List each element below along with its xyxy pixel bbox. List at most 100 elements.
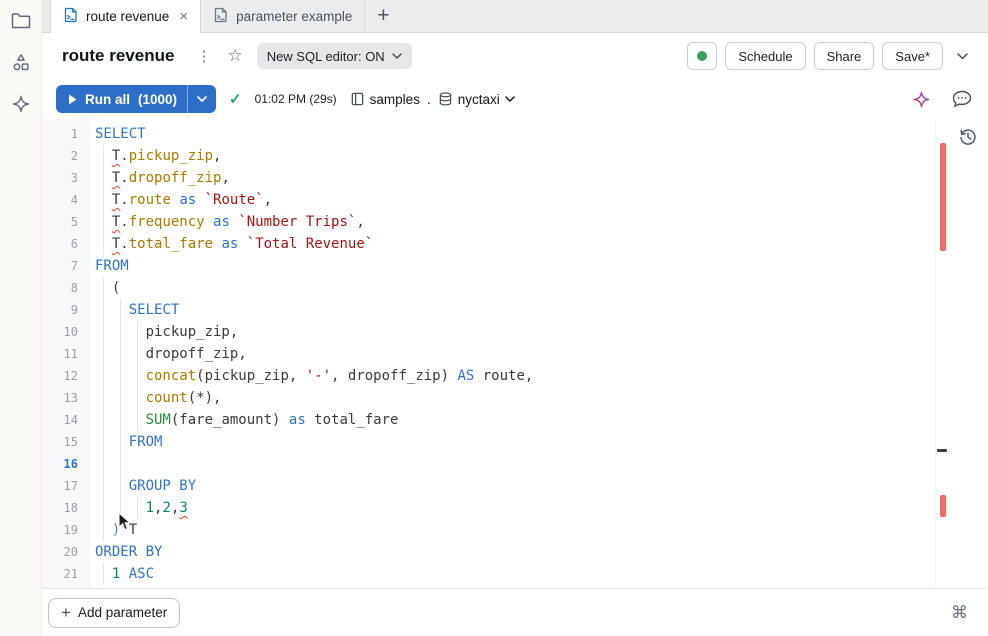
code-line[interactable]: T.route as `Route`,: [90, 189, 988, 211]
run-options-chevron[interactable]: [187, 85, 216, 113]
code-line-row[interactable]: 6 T.total_fare as `Total Revenue`: [42, 233, 988, 255]
indent-guide: [137, 409, 138, 431]
code-line-row[interactable]: 10 pickup_zip,: [42, 321, 988, 343]
sql-file-icon: [213, 7, 228, 26]
code-line-row[interactable]: 9 SELECT: [42, 299, 988, 321]
chevron-down-icon: [505, 96, 515, 102]
chevron-down-icon: [957, 53, 968, 60]
indent-guide: [120, 431, 121, 453]
line-number: 4: [42, 189, 90, 211]
run-all-button[interactable]: Run all (1000): [56, 85, 216, 113]
code-line[interactable]: GROUP BY: [90, 475, 988, 497]
code-line-row[interactable]: 17 GROUP BY: [42, 475, 988, 497]
indent-guide: [120, 497, 121, 519]
line-number: 1: [42, 123, 90, 145]
code-line[interactable]: [90, 453, 988, 475]
ruler-cursor-mark: [937, 449, 947, 452]
code-line-row[interactable]: 2 T.pickup_zip,: [42, 145, 988, 167]
indent-guide: [120, 343, 121, 365]
code-line-row[interactable]: 19 ) T: [42, 519, 988, 541]
line-number: 15: [42, 431, 90, 453]
add-parameter-button[interactable]: + Add parameter: [48, 598, 180, 628]
code-line[interactable]: concat(pickup_zip, '-', dropoff_zip) AS …: [90, 365, 988, 387]
code-line[interactable]: 1 ASC: [90, 563, 988, 585]
code-line-row[interactable]: 11 dropoff_zip,: [42, 343, 988, 365]
code-line-row[interactable]: 15 FROM: [42, 431, 988, 453]
indent-guide: [103, 277, 104, 299]
code-line-row[interactable]: 12 concat(pickup_zip, '-', dropoff_zip) …: [42, 365, 988, 387]
last-run-timestamp: 01:02 PM (29s): [255, 92, 337, 106]
code-line-row[interactable]: 3 T.dropoff_zip,: [42, 167, 988, 189]
assistant-sparkle-icon[interactable]: [10, 93, 32, 115]
indent-guide: [103, 387, 104, 409]
save-button[interactable]: Save*: [882, 42, 943, 70]
tab-label: parameter example: [236, 9, 352, 24]
schema-name: nyctaxi: [458, 92, 500, 107]
code-line[interactable]: dropoff_zip,: [90, 343, 988, 365]
code-line[interactable]: ORDER BY: [90, 541, 988, 563]
line-number: 3: [42, 167, 90, 189]
overview-ruler-divider: [935, 119, 936, 588]
code-line[interactable]: T.total_fare as `Total Revenue`: [90, 233, 988, 255]
code-line[interactable]: SUM(fare_amount) as total_fare: [90, 409, 988, 431]
catalog-schema-selector[interactable]: samples . nyctaxi: [350, 91, 515, 107]
code-line-row[interactable]: 13 count(*),: [42, 387, 988, 409]
catalog-icon: [350, 91, 365, 107]
code-line[interactable]: T.dropoff_zip,: [90, 167, 988, 189]
code-line[interactable]: ) T: [90, 519, 988, 541]
workspace-objects-icon[interactable]: [10, 51, 32, 73]
ruler-error-mark: [940, 143, 946, 251]
code-line[interactable]: count(*),: [90, 387, 988, 409]
connection-status-button[interactable]: [687, 42, 717, 70]
code-line-row[interactable]: 21 1 ASC: [42, 563, 988, 585]
comments-icon[interactable]: [952, 90, 972, 108]
tab-parameter-example[interactable]: parameter example: [201, 0, 365, 32]
code-line-row[interactable]: 16: [42, 453, 988, 475]
code-line-row[interactable]: 20ORDER BY: [42, 541, 988, 563]
run-all-main[interactable]: Run all (1000): [56, 85, 187, 113]
code-line[interactable]: T.pickup_zip,: [90, 145, 988, 167]
indent-guide: [120, 475, 121, 497]
code-line[interactable]: T.frequency as `Number Trips`,: [90, 211, 988, 233]
code-line[interactable]: SELECT: [90, 299, 988, 321]
chevron-down-icon: [197, 96, 207, 102]
code-line-row[interactable]: 14 SUM(fare_amount) as total_fare: [42, 409, 988, 431]
indent-guide: [103, 475, 104, 497]
code-line-row[interactable]: 7FROM: [42, 255, 988, 277]
code-line-row[interactable]: 4 T.route as `Route`,: [42, 189, 988, 211]
code-line[interactable]: 1,2,3: [90, 497, 988, 519]
run-success-check-icon: ✓: [229, 90, 242, 108]
new-tab-button[interactable]: +: [365, 0, 401, 32]
code-line[interactable]: FROM: [90, 431, 988, 453]
play-icon: [68, 94, 77, 105]
close-tab-icon[interactable]: ×: [179, 9, 188, 24]
code-line[interactable]: pickup_zip,: [90, 321, 988, 343]
share-button[interactable]: Share: [814, 42, 875, 70]
indent-guide: [137, 343, 138, 365]
command-key-icon[interactable]: ⌘: [951, 603, 974, 623]
code-line-row[interactable]: 8 (: [42, 277, 988, 299]
more-actions-chevron[interactable]: [951, 53, 974, 60]
code-editor[interactable]: 1SELECT2 T.pickup_zip,3 T.dropoff_zip,4 …: [42, 119, 988, 588]
code-line-row[interactable]: 1SELECT: [42, 123, 988, 145]
editor-lines: 1SELECT2 T.pickup_zip,3 T.dropoff_zip,4 …: [42, 123, 988, 585]
code-line[interactable]: FROM: [90, 255, 988, 277]
assistant-sparkle-gradient-icon[interactable]: [913, 91, 930, 108]
code-line[interactable]: (: [90, 277, 988, 299]
code-line-row[interactable]: 5 T.frequency as `Number Trips`,: [42, 211, 988, 233]
schedule-button[interactable]: Schedule: [725, 42, 805, 70]
kebab-menu-icon[interactable]: ⋮: [188, 47, 219, 65]
toolbar-actions: Schedule Share Save*: [687, 42, 974, 70]
indent-guide: [103, 167, 104, 189]
indent-guide: [120, 321, 121, 343]
code-line[interactable]: SELECT: [90, 123, 988, 145]
new-sql-editor-toggle[interactable]: New SQL editor: ON: [257, 43, 412, 69]
indent-guide: [103, 365, 104, 387]
folder-icon[interactable]: [10, 9, 32, 31]
tab-route-revenue[interactable]: route revenue ×: [50, 0, 201, 33]
code-line-row[interactable]: 18 1,2,3: [42, 497, 988, 519]
favorite-star-icon[interactable]: ☆: [219, 46, 250, 66]
query-title[interactable]: route revenue: [62, 46, 174, 66]
chevron-down-icon: [392, 53, 402, 59]
history-icon[interactable]: [958, 127, 978, 152]
